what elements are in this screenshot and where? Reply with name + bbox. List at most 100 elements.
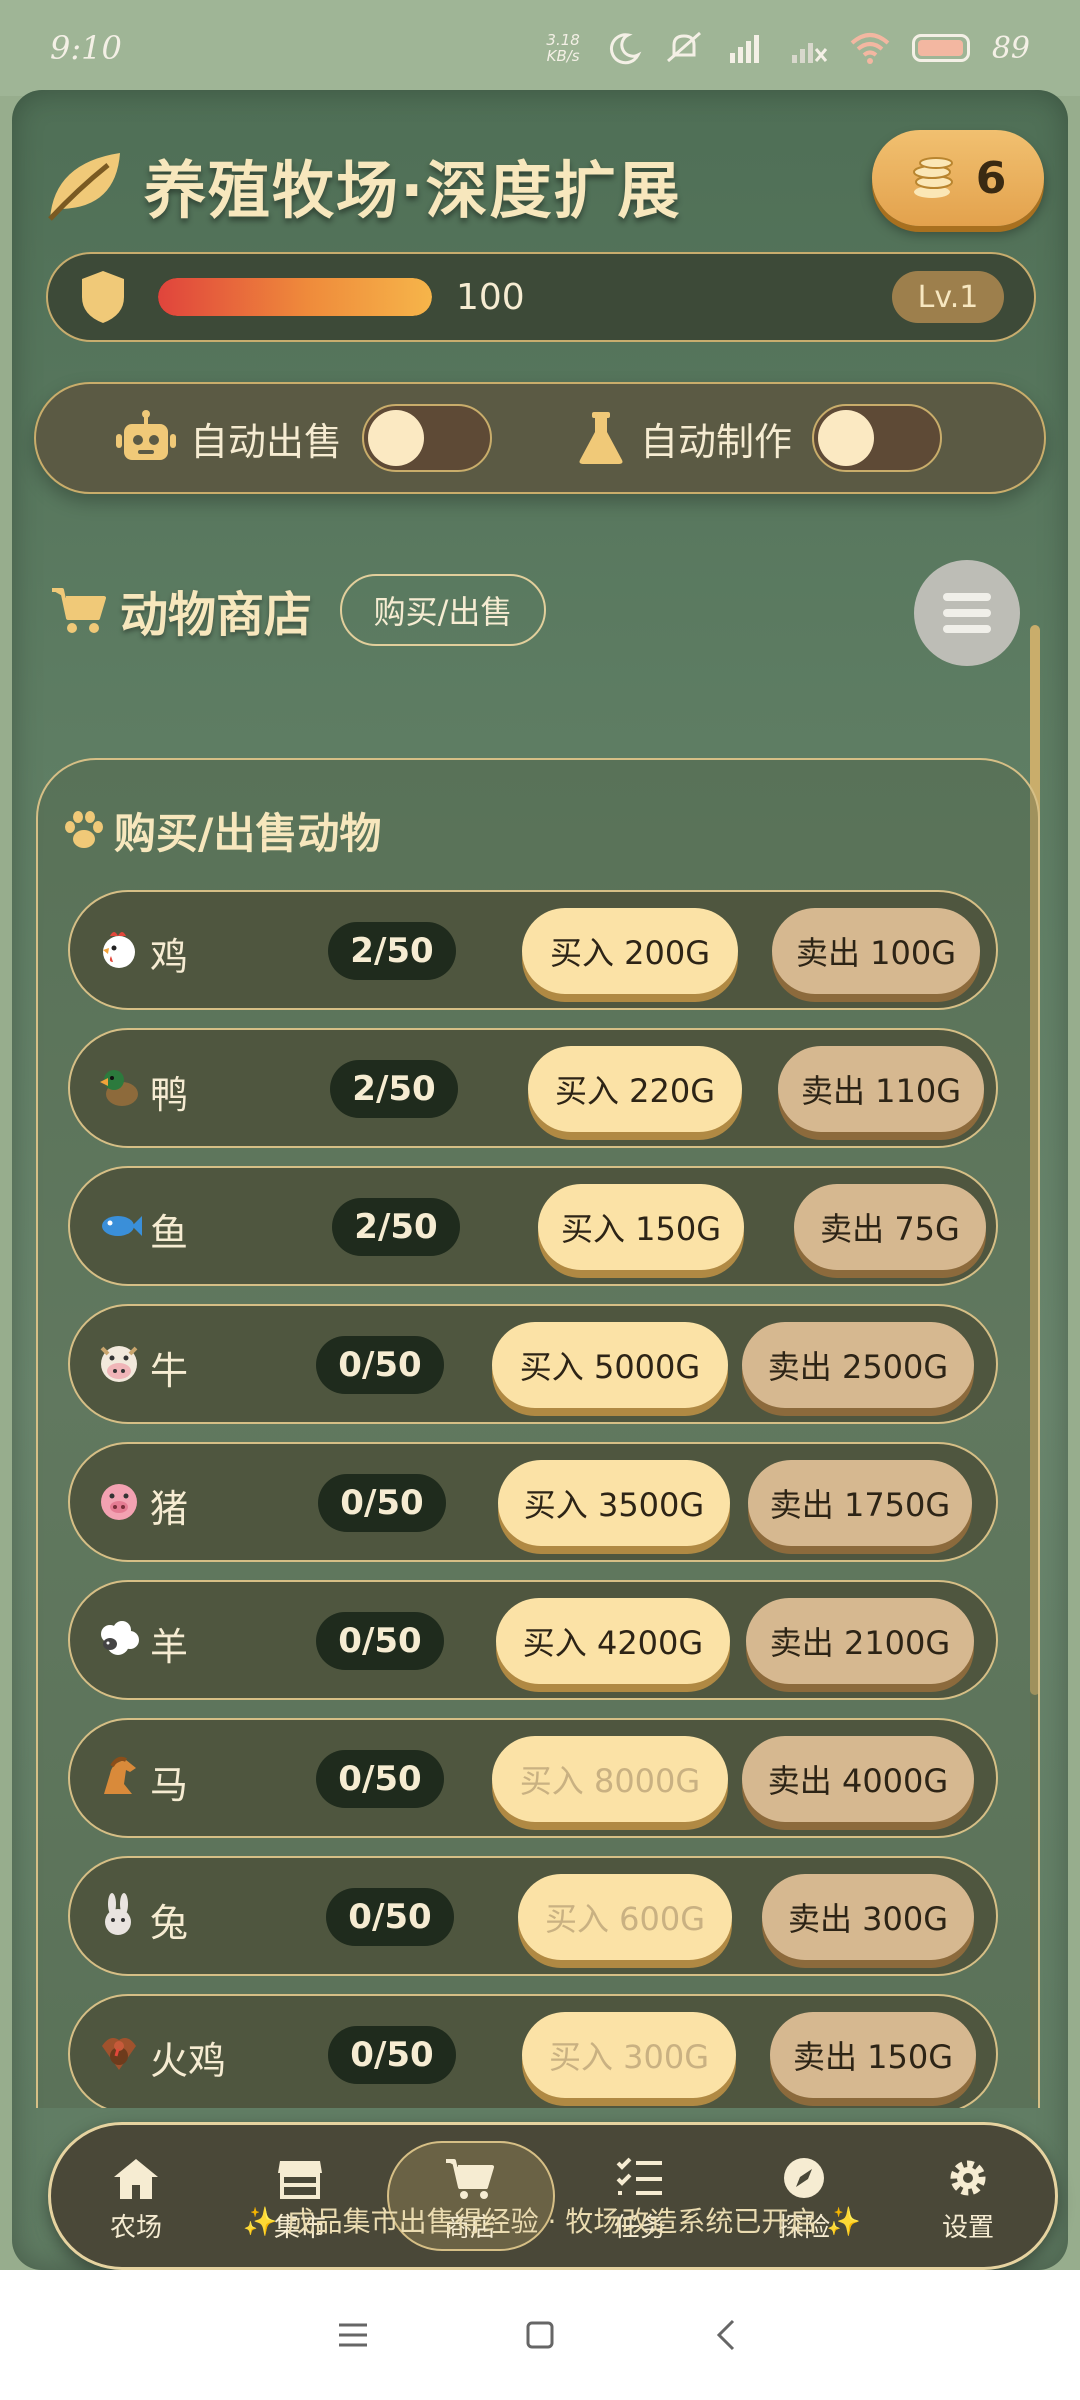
- chicken-icon: [103, 932, 135, 968]
- back-chevron-icon[interactable]: [707, 2315, 747, 2355]
- shop-header: 动物商店 购买/出售: [50, 560, 1020, 666]
- coin-count: 6: [975, 152, 1007, 204]
- turkey-icon: [102, 2038, 136, 2070]
- horse-icon: [104, 1756, 136, 1794]
- nav-item-home[interactable]: 农场: [61, 2125, 211, 2273]
- nav-item-tasks[interactable]: 任务: [565, 2125, 715, 2273]
- shield-icon: [82, 271, 124, 323]
- animal-row-1: 鸡 2/50 买入 200G 卖出 100G: [68, 890, 998, 1010]
- animal-name: 火鸡: [150, 2039, 227, 2083]
- hp-progress-track: [158, 278, 432, 316]
- coin-balance-button[interactable]: 6: [872, 130, 1044, 226]
- sell-button[interactable]: 卖出 100G: [772, 908, 980, 994]
- hd-signal-icon: [729, 35, 759, 63]
- flask-icon: [579, 412, 623, 464]
- buy-button[interactable]: 买入 600G: [518, 1874, 732, 1960]
- pig-icon: [101, 1484, 137, 1520]
- sell-button[interactable]: 卖出 150G: [770, 2012, 976, 2098]
- animal-row-5: 猪 0/50 买入 3500G 卖出 1750G: [68, 1442, 998, 1562]
- battery-percent: 89: [991, 30, 1030, 66]
- buy-button[interactable]: 买入 3500G: [498, 1460, 730, 1546]
- sell-button[interactable]: 卖出 1750G: [748, 1460, 972, 1546]
- sell-button[interactable]: 卖出 4000G: [742, 1736, 974, 1822]
- moon-icon: [609, 33, 642, 65]
- nav-item-cart[interactable]: 商店: [395, 2125, 545, 2273]
- buy-button[interactable]: 买入 8000G: [492, 1736, 728, 1822]
- mute-icon: [666, 31, 701, 63]
- auto-sell-label: 自动出售: [190, 419, 343, 464]
- animal-count-badge: 2/50: [332, 1198, 460, 1256]
- animal-name: 牛: [150, 1349, 189, 1393]
- leaf-icon: [48, 153, 120, 221]
- duck-icon: [100, 1070, 138, 1106]
- home-icon: [114, 2158, 158, 2199]
- hp-bar: 100 Lv.1: [46, 252, 1036, 342]
- robot-icon: [116, 410, 176, 460]
- home-square-icon[interactable]: [520, 2315, 560, 2355]
- tasks-icon: [616, 2157, 662, 2195]
- animal-row-4: 牛 0/50 买入 5000G 卖出 2500G: [68, 1304, 998, 1424]
- animal-count-badge: 0/50: [316, 1336, 444, 1394]
- animal-name: 鱼: [150, 1211, 189, 1255]
- switch-knob: [368, 410, 425, 466]
- system-nav-bar: [0, 2270, 1080, 2400]
- paw-icon: [65, 810, 103, 848]
- compass-icon: [784, 2157, 824, 2198]
- animal-row-9: 火鸡 0/50 买入 300G 卖出 150G: [68, 1994, 998, 2108]
- status-bar: 9:10 3.18 KB/s 89: [0, 0, 1080, 96]
- sell-button[interactable]: 卖出 2500G: [742, 1322, 974, 1408]
- buy-button[interactable]: 买入 200G: [522, 908, 738, 994]
- animal-name: 羊: [150, 1625, 189, 1669]
- animal-count-badge: 2/50: [330, 1060, 458, 1118]
- sell-button[interactable]: 卖出 110G: [778, 1046, 984, 1132]
- net-speed-value: 3.18: [546, 31, 580, 49]
- animal-name: 马: [150, 1763, 189, 1807]
- auto-sell-switch[interactable]: [362, 404, 493, 472]
- buy-button[interactable]: 买入 150G: [538, 1184, 744, 1270]
- shop-title: 动物商店: [120, 587, 313, 643]
- list-title-text: 购买/出售动物: [114, 809, 382, 858]
- animal-count-badge: 0/50: [326, 1888, 454, 1946]
- level-badge: Lv.1: [892, 271, 1004, 323]
- auto-craft-label: 自动制作: [640, 419, 793, 464]
- rabbit-icon: [105, 1893, 131, 1935]
- animal-row-6: 羊 0/50 买入 4200G 卖出 2100G: [68, 1580, 998, 1700]
- nav-item-market[interactable]: 集市: [225, 2125, 375, 2273]
- recents-menu-icon[interactable]: [333, 2315, 373, 2355]
- cart-icon: [446, 2158, 494, 2199]
- battery-icon: [911, 34, 970, 62]
- cow-icon: [100, 1346, 138, 1382]
- buy-button[interactable]: 买入 220G: [528, 1046, 742, 1132]
- net-speed-unit: KB/s: [546, 47, 580, 65]
- buy-button[interactable]: 买入 4200G: [496, 1598, 730, 1684]
- nav-item-gear[interactable]: 设置: [893, 2125, 1043, 2273]
- switch-knob: [818, 410, 875, 466]
- status-icons: 3.18 KB/s 89: [546, 31, 1030, 66]
- market-icon: [278, 2160, 322, 2199]
- animal-count-badge: 0/50: [316, 1612, 444, 1670]
- menu-line: [943, 625, 991, 633]
- wifi-icon: [850, 33, 890, 64]
- buy-button[interactable]: 买入 5000G: [492, 1322, 728, 1408]
- buy-sell-tab[interactable]: 购买/出售: [340, 574, 547, 646]
- menu-line: [943, 593, 991, 601]
- bottom-nav: 农场 集市 商店 任务 探险 设置: [48, 2122, 1058, 2270]
- auto-craft-switch[interactable]: [812, 404, 943, 472]
- sell-button[interactable]: 卖出 2100G: [746, 1598, 974, 1684]
- app-panel: 养殖牧场·深度扩展 6 100 Lv.1 自动出售 自动制作 动物商店 购买/出…: [12, 90, 1068, 2270]
- sell-button[interactable]: 卖出 75G: [794, 1184, 986, 1270]
- animal-name: 鸭: [150, 1073, 189, 1117]
- buy-button[interactable]: 买入 300G: [522, 2012, 736, 2098]
- footer-note: ✨ 成品集市出售得经验 · 牧场改造系统已开启 ✨: [242, 2205, 862, 2238]
- animal-count-badge: 0/50: [316, 1750, 444, 1808]
- coins-icon: [912, 157, 953, 198]
- animal-count-badge: 0/50: [328, 2026, 456, 2084]
- animal-row-3: 鱼 2/50 买入 150G 卖出 75G: [68, 1166, 998, 1286]
- sell-button[interactable]: 卖出 300G: [762, 1874, 974, 1960]
- net-speed: 3.18 KB/s: [546, 32, 579, 64]
- nav-item-compass[interactable]: 探险: [729, 2125, 879, 2273]
- status-time: 9:10: [50, 29, 122, 67]
- fish-icon: [102, 1216, 142, 1236]
- menu-button[interactable]: [914, 560, 1020, 666]
- animal-name: 兔: [150, 1901, 189, 1945]
